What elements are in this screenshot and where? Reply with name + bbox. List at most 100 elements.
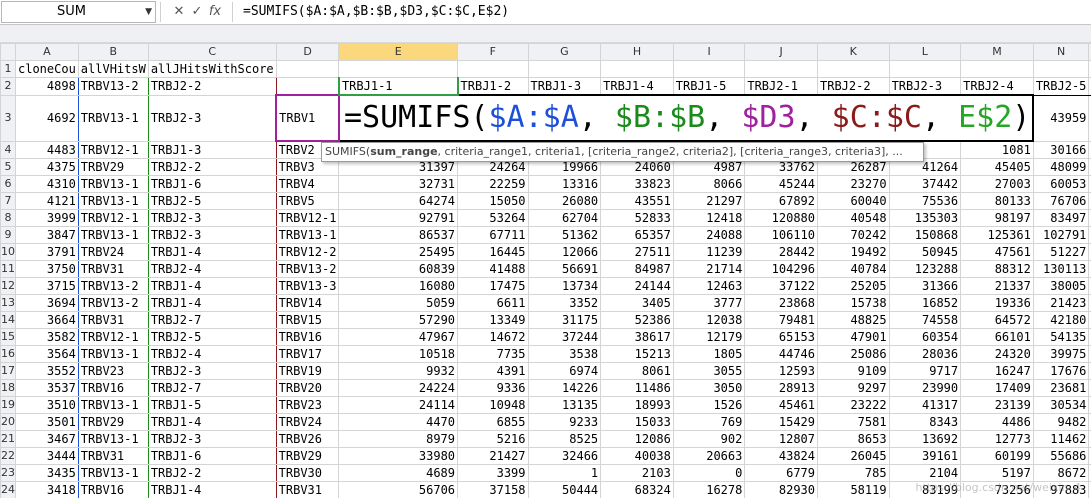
cell[interactable]: 62704 xyxy=(527,209,602,227)
cell[interactable]: 4310 xyxy=(15,175,79,193)
cell[interactable]: 52833 xyxy=(600,209,674,227)
cell[interactable]: TRBJ1-5 xyxy=(147,396,277,414)
cell[interactable]: 11462 xyxy=(1032,430,1090,448)
cell[interactable]: 24224 xyxy=(338,379,459,397)
cell[interactable]: 65153 xyxy=(744,328,818,346)
cell[interactable]: 12807 xyxy=(744,430,818,448)
formula-input[interactable]: =SUMIFS($A:$A,$B:$B,$D3,$C:$C,E$2) xyxy=(243,2,509,22)
cell[interactable]: 40784 xyxy=(817,260,890,278)
column-header-i[interactable]: I xyxy=(672,43,746,61)
cell[interactable]: 12179 xyxy=(672,328,746,346)
cell[interactable]: 13135 xyxy=(527,396,602,414)
row-header[interactable]: 5 xyxy=(0,158,16,176)
cell[interactable]: 65357 xyxy=(600,226,674,244)
tooltip-bold-arg[interactable]: sum_range xyxy=(370,145,437,158)
cell[interactable]: 43551 xyxy=(600,192,674,210)
cell[interactable]: 15033 xyxy=(600,413,674,431)
cell[interactable]: 8653 xyxy=(817,430,890,448)
cell[interactable]: 68324 xyxy=(600,481,674,498)
cell[interactable]: 38617 xyxy=(600,328,674,346)
cell[interactable]: TRBJ2-4 xyxy=(960,77,1034,96)
cell[interactable]: 15213 xyxy=(600,345,674,363)
cell[interactable]: TRBV13-1 xyxy=(77,430,149,448)
cell[interactable]: 32466 xyxy=(527,447,602,465)
cell[interactable]: TRBV23 xyxy=(77,362,149,380)
cell[interactable]: 3664 xyxy=(15,311,79,329)
cell[interactable]: TRBJ1-4 xyxy=(600,77,674,96)
cell[interactable]: 86537 xyxy=(338,226,459,244)
cell[interactable]: TRBV29 xyxy=(77,158,149,176)
cell[interactable]: 60354 xyxy=(888,328,962,346)
column-header-f[interactable]: F xyxy=(457,43,529,61)
cell[interactable]: 44746 xyxy=(744,345,818,363)
cell[interactable]: 64274 xyxy=(338,192,459,210)
cell[interactable]: TRBV26 xyxy=(275,430,340,448)
cell[interactable]: 15050 xyxy=(457,192,529,210)
cancel-icon[interactable]: ✕ xyxy=(170,2,188,22)
cell[interactable] xyxy=(600,60,674,78)
cell[interactable]: 45461 xyxy=(744,396,818,414)
cell[interactable] xyxy=(960,60,1034,78)
cell[interactable]: 92791 xyxy=(338,209,459,227)
cell[interactable]: TRBV13-2 xyxy=(77,277,149,295)
cell[interactable]: 25205 xyxy=(817,277,890,295)
cell[interactable]: 3999 xyxy=(15,209,79,227)
cell[interactable]: TRBJ1-4 xyxy=(147,413,277,431)
cell[interactable]: 48825 xyxy=(817,311,890,329)
cell[interactable]: 40038 xyxy=(600,447,674,465)
cell[interactable]: TRBV16 xyxy=(77,379,149,397)
cell[interactable]: TRBJ2-2 xyxy=(147,464,277,482)
column-header-m[interactable]: M xyxy=(960,43,1034,61)
cell[interactable]: TRBJ2-3 xyxy=(147,226,277,244)
row-header[interactable]: 24 xyxy=(0,481,16,498)
cell[interactable]: 21714 xyxy=(672,260,746,278)
cell[interactable]: 79481 xyxy=(744,311,818,329)
cell[interactable]: 67711 xyxy=(457,226,529,244)
cell[interactable]: TRBV17 xyxy=(275,345,340,363)
cell[interactable]: 1526 xyxy=(672,396,746,414)
cell[interactable]: 9482 xyxy=(1032,413,1090,431)
cell[interactable]: TRBJ2-4 xyxy=(147,260,277,278)
row-header[interactable]: 9 xyxy=(0,226,16,244)
cell[interactable]: TRBJ2-7 xyxy=(147,379,277,397)
cell[interactable]: 4375 xyxy=(15,158,79,176)
cell[interactable]: 53264 xyxy=(457,209,529,227)
cell[interactable]: TRBV31 xyxy=(77,260,149,278)
cell[interactable]: 37442 xyxy=(888,175,962,193)
cell[interactable]: 55686 xyxy=(1032,447,1090,465)
row-header[interactable]: 4 xyxy=(0,140,16,159)
cell[interactable]: 5197 xyxy=(960,464,1034,482)
column-header-k[interactable]: K xyxy=(817,43,890,61)
cell[interactable]: 3435 xyxy=(15,464,79,482)
cell[interactable]: 16247 xyxy=(960,362,1034,380)
cell[interactable]: 43959 xyxy=(1032,94,1090,142)
cell[interactable]: 70242 xyxy=(817,226,890,244)
row-header[interactable]: 2 xyxy=(0,77,16,96)
cell[interactable]: TRBV13-2 xyxy=(77,294,149,312)
cell[interactable]: 3777 xyxy=(672,294,746,312)
cell[interactable]: 76706 xyxy=(1032,192,1090,210)
cell[interactable]: 66101 xyxy=(960,328,1034,346)
row-header[interactable]: 19 xyxy=(0,396,16,414)
cell[interactable]: 47901 xyxy=(817,328,890,346)
cell[interactable]: 12418 xyxy=(672,209,746,227)
cell[interactable]: TRBV29 xyxy=(275,447,340,465)
cell[interactable]: 16852 xyxy=(888,294,962,312)
cell[interactable]: 3405 xyxy=(600,294,674,312)
cell[interactable]: 4470 xyxy=(338,413,459,431)
cell[interactable]: 17475 xyxy=(457,277,529,295)
cell[interactable]: 60040 xyxy=(817,192,890,210)
cell[interactable]: 3694 xyxy=(15,294,79,312)
cell[interactable]: 12773 xyxy=(960,430,1034,448)
cell[interactable]: 24320 xyxy=(960,345,1034,363)
cell[interactable]: TRBJ2-2 xyxy=(147,158,277,176)
cell[interactable]: 130113 xyxy=(1032,260,1090,278)
cell[interactable]: TRBV12-1 xyxy=(77,328,149,346)
cell[interactable]: TRBJ2-1 xyxy=(744,77,818,96)
cell[interactable]: TRBJ2-5 xyxy=(147,192,277,210)
cell[interactable]: 4689 xyxy=(338,464,459,482)
row-header[interactable]: 23 xyxy=(0,464,16,482)
cell[interactable]: 13692 xyxy=(888,430,962,448)
cell[interactable]: 28036 xyxy=(888,345,962,363)
cell[interactable]: 13734 xyxy=(527,277,602,295)
